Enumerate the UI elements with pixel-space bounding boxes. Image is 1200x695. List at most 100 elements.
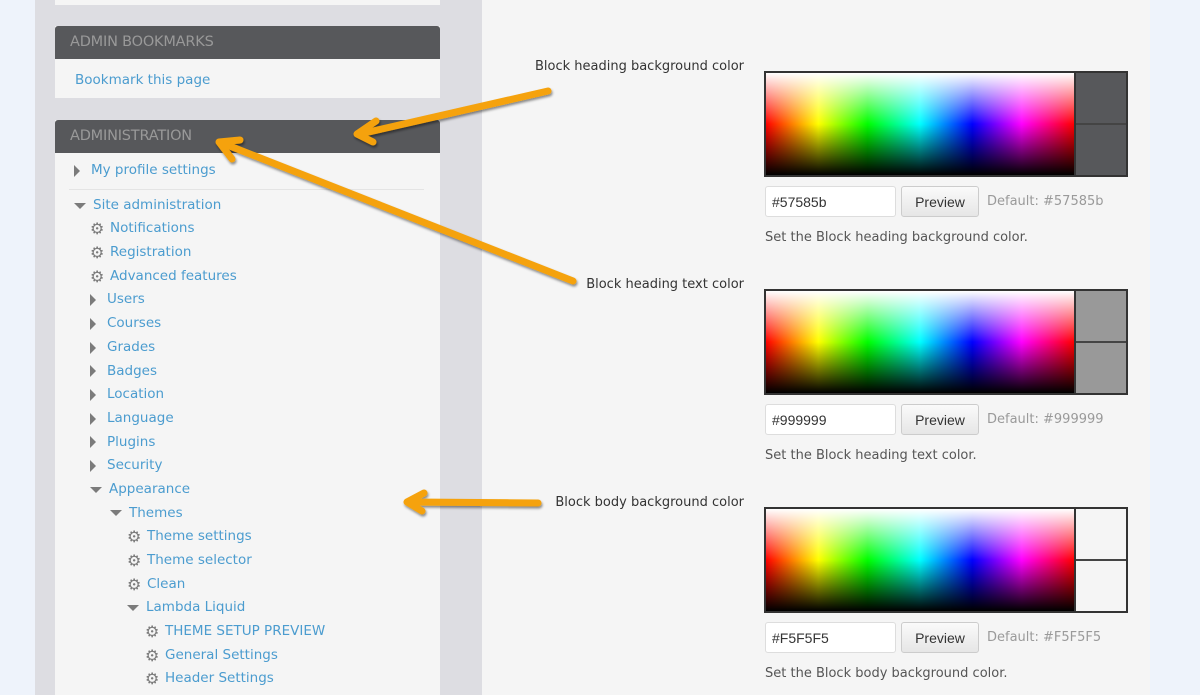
setting-label-heading-bg: Block heading background color — [534, 59, 744, 74]
tree-item-label[interactable]: Themes — [129, 502, 183, 526]
tree-item[interactable]: Lambda Liquid — [55, 596, 440, 620]
tree-item[interactable]: Language — [55, 407, 440, 431]
triangle-right-icon[interactable] — [90, 436, 96, 449]
selected-color-swatch — [1076, 559, 1126, 611]
triangle-down-icon[interactable] — [90, 486, 102, 493]
gear-icon: ⚙ — [127, 527, 142, 547]
tree-item[interactable]: ⚙ Header Settings — [55, 667, 440, 691]
current-color-swatch — [1076, 509, 1126, 559]
preview-button[interactable]: Preview — [901, 622, 979, 653]
triangle-down-icon[interactable] — [74, 202, 86, 209]
triangle-right-icon[interactable] — [90, 389, 96, 402]
triangle-right-icon[interactable] — [90, 412, 96, 425]
current-color-swatch — [1076, 291, 1126, 341]
tree-item[interactable]: Security — [55, 454, 440, 478]
triangle-down-icon[interactable] — [127, 605, 139, 612]
tree-item[interactable]: Themes — [55, 502, 440, 526]
setting-label-heading-text: Block heading text color — [586, 277, 744, 292]
color-spectrum[interactable] — [766, 291, 1074, 393]
tree-item[interactable]: Appearance — [55, 478, 440, 502]
triangle-right-icon[interactable] — [90, 317, 96, 330]
tree-item[interactable]: Courses — [55, 312, 440, 336]
triangle-right-icon[interactable] — [90, 341, 96, 354]
tree-item[interactable]: ⚙ Registration — [55, 241, 440, 265]
tree-item[interactable]: ⚙ General Settings — [55, 644, 440, 668]
gear-icon: ⚙ — [90, 242, 105, 262]
tree-item[interactable]: ⚙ Advanced features — [55, 265, 440, 289]
tree-item-label[interactable]: Advanced features — [110, 265, 237, 289]
tree-item-label[interactable]: Clean — [147, 573, 185, 597]
triangle-right-icon[interactable] — [74, 164, 80, 177]
gear-icon: ⚙ — [145, 669, 160, 689]
tree-item[interactable]: Grades — [55, 336, 440, 360]
administration-tree: My profile settings Site administration ⚙ N… — [55, 153, 440, 691]
preview-button[interactable]: Preview — [901, 186, 979, 217]
gear-icon: ⚙ — [90, 266, 105, 286]
administration-block: ADMINISTRATION My profile settings Site a… — [55, 120, 440, 695]
tree-item-label[interactable]: Location — [107, 383, 164, 407]
triangle-right-icon[interactable] — [90, 294, 96, 307]
tree-item-label[interactable]: Language — [107, 407, 174, 431]
color-spectrum[interactable] — [766, 509, 1074, 611]
administration-heading: ADMINISTRATION — [55, 120, 440, 153]
tree-item-label[interactable]: THEME SETUP PREVIEW — [165, 620, 325, 644]
tree-item-label[interactable]: Theme selector — [147, 549, 252, 573]
current-color-swatch — [1076, 73, 1126, 123]
gear-icon: ⚙ — [145, 621, 160, 641]
tree-item[interactable]: Users — [55, 288, 440, 312]
gear-icon: ⚙ — [145, 645, 160, 665]
heading-text-color-input[interactable] — [765, 404, 896, 435]
triangle-right-icon[interactable] — [90, 460, 96, 473]
admin-bookmarks-block: ADMIN BOOKMARKS Bookmark this page — [55, 26, 440, 98]
tree-item-label[interactable]: Lambda Liquid — [146, 596, 245, 620]
tree-item-label[interactable]: Badges — [107, 360, 157, 384]
tree-item[interactable]: Location — [55, 383, 440, 407]
tree-item-label[interactable]: Site administration — [93, 194, 221, 218]
tree-item[interactable]: ⚙ Notifications — [55, 217, 440, 241]
admin-bookmarks-heading: ADMIN BOOKMARKS — [55, 26, 440, 59]
tree-item[interactable]: Plugins — [55, 431, 440, 455]
preview-button[interactable]: Preview — [901, 404, 979, 435]
bookmark-this-page-link[interactable]: Bookmark this page — [75, 72, 210, 88]
tree-item-label[interactable]: General Settings — [165, 644, 278, 668]
tree-item[interactable]: Badges — [55, 360, 440, 384]
default-value: Default: #F5F5F5 — [987, 630, 1102, 645]
divider — [69, 188, 424, 190]
tree-item-label[interactable]: Header Settings — [165, 667, 274, 691]
sidebar: ADMIN BOOKMARKS Bookmark this page ADMIN… — [35, 0, 482, 695]
color-picker-heading-bg[interactable] — [764, 71, 1128, 177]
triangle-right-icon[interactable] — [90, 365, 96, 378]
tree-item-label[interactable]: Users — [107, 288, 145, 312]
color-picker-body-bg[interactable] — [764, 507, 1128, 613]
default-value: Default: #57585b — [987, 194, 1104, 209]
tree-item-label[interactable]: Grades — [107, 336, 155, 360]
heading-bg-color-input[interactable] — [765, 186, 896, 217]
tree-item-label[interactable]: Plugins — [107, 431, 155, 455]
tree-item-label[interactable]: Courses — [107, 312, 161, 336]
tree-item[interactable]: ⚙ Theme settings — [55, 525, 440, 549]
tree-item-label[interactable]: My profile settings — [91, 159, 216, 183]
setting-description: Set the Block heading text color. — [765, 448, 977, 463]
tree-item[interactable]: ⚙ Theme selector — [55, 549, 440, 573]
tree-item-label[interactable]: Security — [107, 454, 162, 478]
setting-description: Set the Block body background color. — [765, 666, 1008, 681]
tree-item-label[interactable]: Appearance — [109, 478, 190, 502]
gear-icon: ⚙ — [127, 550, 142, 570]
color-picker-heading-text[interactable] — [764, 289, 1128, 395]
tree-item-label[interactable]: Theme settings — [147, 525, 252, 549]
setting-description: Set the Block heading background color. — [765, 230, 1028, 245]
tree-item-label[interactable]: Registration — [110, 241, 191, 265]
triangle-down-icon[interactable] — [110, 510, 122, 517]
tree-item[interactable]: ⚙ Clean — [55, 573, 440, 597]
selected-color-swatch — [1076, 341, 1126, 393]
body-bg-color-input[interactable] — [765, 622, 896, 653]
selected-color-swatch — [1076, 123, 1126, 175]
gear-icon: ⚙ — [90, 219, 105, 239]
color-spectrum[interactable] — [766, 73, 1074, 175]
tree-item[interactable]: My profile settings — [55, 159, 440, 183]
default-value: Default: #999999 — [987, 412, 1104, 427]
tree-item-label[interactable]: Notifications — [110, 217, 195, 241]
setting-label-body-bg: Block body background color — [555, 495, 744, 510]
tree-item[interactable]: ⚙ THEME SETUP PREVIEW — [55, 620, 440, 644]
tree-item[interactable]: Site administration — [55, 194, 440, 218]
